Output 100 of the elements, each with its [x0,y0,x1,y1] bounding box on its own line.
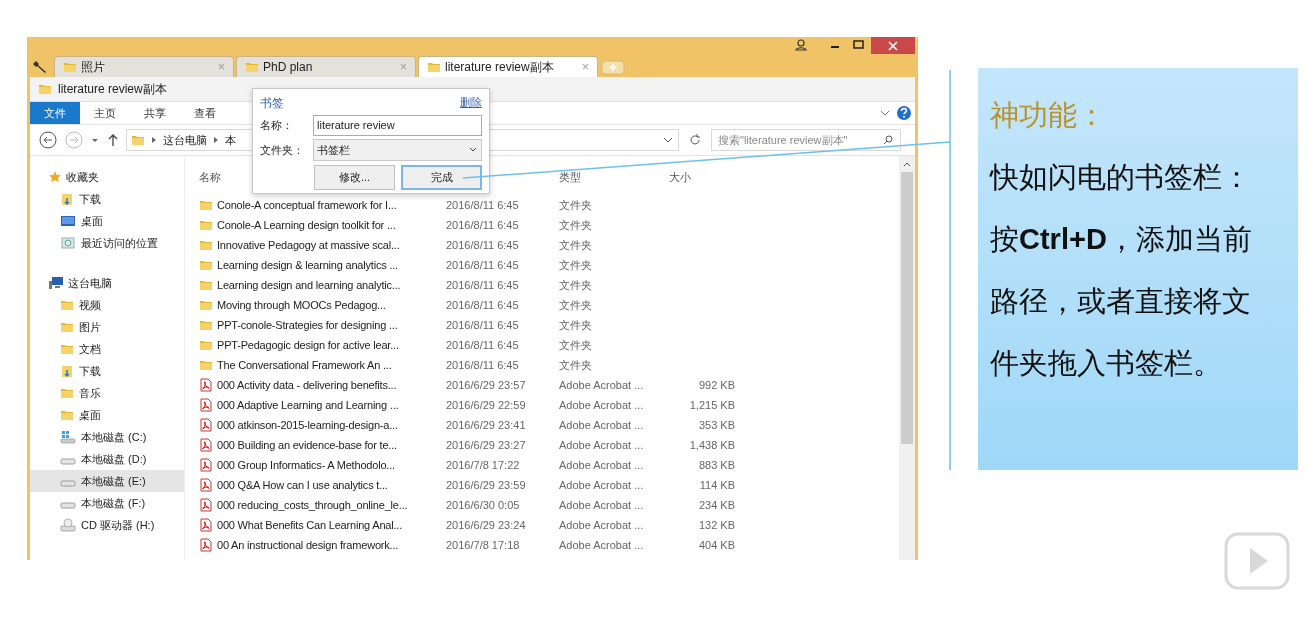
file-row[interactable]: The Conversational Framework An ... 2016/8/11 6:45 文件夹 [199,355,899,375]
pdf-icon [199,538,213,552]
scroll-up-icon[interactable] [902,160,912,168]
file-type: 文件夹 [559,197,593,213]
file-size: 114 KB [698,477,735,493]
pdf-icon [199,458,213,472]
file-row[interactable]: 000 Adaptive Learning and Learning ... 2016/6/29 22:59 Adobe Acrobat ... 1,215 KB [199,395,899,415]
file-date: 2016/6/29 23:59 [446,477,527,493]
folder-select[interactable]: 书签栏 [313,139,482,161]
column-header[interactable]: 类型 [559,168,669,186]
file-name: 000 What Benefits Can Learning Anal... [217,517,403,533]
file-row[interactable]: 000 What Benefits Can Learning Anal... 2016/6/29 23:24 Adobe Acrobat ... 132 KB [199,515,899,535]
file-name: 000 reducing_costs_through_online_le... [217,497,408,513]
folder-icon [199,198,213,212]
sidebar-item[interactable]: 文档 [30,338,184,360]
up-icon[interactable] [106,132,120,148]
sidebar-item[interactable]: 本地磁盘 (F:) [30,492,184,514]
file-type: 文件夹 [559,317,593,333]
file-row[interactable]: Learning design and learning analytic... 2016/8/11 6:45 文件夹 [199,275,899,295]
file-name: Learning design & learning analytics ... [217,257,398,273]
sidebar-group[interactable]: 收藏夹 [66,168,99,186]
folder-icon [63,60,77,74]
file-row[interactable]: Conole-A conceptual framework for I... 2016/8/11 6:45 文件夹 [199,195,899,215]
file-row[interactable]: Conole-A Learning design toolkit for ... 2016/8/11 6:45 文件夹 [199,215,899,235]
field-label: 名称： [260,118,294,134]
pdf-icon [199,498,213,512]
field-label: 文件夹： [260,142,305,158]
ribbon-tab[interactable]: 共享 [130,102,180,124]
search-icon [882,134,894,146]
sidebar-item[interactable]: CD 驱动器 (H:) [30,514,184,536]
file-date: 2016/8/11 6:45 [446,237,520,253]
breadcrumb[interactable]: 本 [225,131,236,149]
file-row[interactable]: Innovative Pedagogy at massive scal... 2016/8/11 6:45 文件夹 [199,235,899,255]
file-date: 2016/8/11 6:45 [446,197,520,213]
sidebar-item[interactable]: 下载 [30,188,184,210]
close-button[interactable] [871,37,915,54]
file-date: 2016/6/29 22:59 [446,397,527,413]
file-type: Adobe Acrobat ... [559,377,645,393]
back-icon[interactable] [38,130,58,150]
ribbon-tab[interactable]: 查看 [180,102,230,124]
file-date: 2016/8/11 6:45 [446,297,520,313]
file-row[interactable]: Moving through MOOCs Pedagog... 2016/8/11 6:45 文件夹 [199,295,899,315]
sidebar-item[interactable]: 本地磁盘 (E:) [30,470,184,492]
desktop-icon [60,214,76,228]
pdf-icon [199,478,213,492]
download-folder-icon [60,364,74,378]
pdf-icon [199,438,213,452]
chevron-icon [213,136,219,144]
file-row[interactable]: 000 Activity data - delivering benefits... 2016/6/29 23:57 Adobe Acrobat ... 992 KB [199,375,899,395]
sidebar-item[interactable]: 本地磁盘 (C:) [30,426,184,448]
folder-icon [199,298,213,312]
sidebar-item[interactable]: 下载 [30,360,184,382]
folder-icon [199,358,213,372]
folder-icon [60,386,74,400]
ribbon-tab[interactable]: 主页 [80,102,130,124]
sidebar-item[interactable]: 最近访问的位置 [30,232,184,254]
download-folder-icon [60,192,74,206]
file-row[interactable]: 000 atkinson-2015-learning-design-a... 2016/6/29 23:41 Adobe Acrobat ... 353 KB [199,415,899,435]
file-type: Adobe Acrobat ... [559,397,645,413]
file-row[interactable]: 000 reducing_costs_through_online_le... 2016/6/30 0:05 Adobe Acrobat ... 234 KB [199,495,899,515]
file-name: Learning design and learning analytic... [217,277,401,293]
close-icon [888,40,898,51]
file-date: 2016/7/8 17:22 [446,457,521,473]
sidebar-item[interactable]: 桌面 [30,404,184,426]
folder-icon [199,238,213,252]
file-row[interactable]: 000 Group Informatics- A Methodolo... 2016/7/8 17:22 Adobe Acrobat ... 883 KB [199,455,899,475]
file-row[interactable]: 000 Q&A How can I use analytics t... 2016/6/29 23:59 Adobe Acrobat ... 114 KB [199,475,899,495]
file-name: 000 Activity data - delivering benefits... [217,377,397,393]
cd-drive-icon [60,518,76,532]
file-type: 文件夹 [559,357,593,373]
ribbon-tab[interactable]: 文件 [30,102,80,124]
sidebar-item[interactable]: 视频 [30,294,184,316]
sidebar-group[interactable]: 这台电脑 [68,274,112,292]
sidebar-item[interactable]: 图片 [30,316,184,338]
sidebar-item[interactable]: 音乐 [30,382,184,404]
file-type: 文件夹 [559,257,593,273]
scrollbar[interactable] [899,156,915,560]
file-row[interactable]: Learning design & learning analytics ... 2016/8/11 6:45 文件夹 [199,255,899,275]
file-name: Innovative Pedagogy at massive scal... [217,237,400,253]
browser-tab[interactable]: PhD plan × [236,56,416,77]
browser-tab[interactable]: literature review副本 × [418,56,598,77]
breadcrumb[interactable]: 这台电脑 [163,131,207,149]
popup-button[interactable]: 修改... [314,165,395,190]
search-field[interactable]: 搜索"literature review副本" [711,129,901,151]
file-row[interactable]: 000 Building an evidence-base for te... 2016/6/29 23:27 Adobe Acrobat ... 1,438 KB [199,435,899,455]
scrollbar-thumb[interactable] [901,172,913,444]
file-date: 2016/8/11 6:45 [446,337,520,353]
file-row[interactable]: PPT-Pedagogic design for active lear... 2016/8/11 6:45 文件夹 [199,335,899,355]
file-row[interactable]: PPT-conole-Strategies for designing ... 2016/8/11 6:45 文件夹 [199,315,899,335]
pdf-icon [199,518,213,532]
column-header[interactable]: 大小 [669,168,729,186]
file-row[interactable]: 00 An instructional design framework... 2016/7/8 17:18 Adobe Acrobat ... 404 KB [199,535,899,555]
popup-button[interactable]: 完成 [401,165,482,190]
browser-tab[interactable]: 照片 × [54,56,234,77]
sidebar-item[interactable]: 桌面 [30,210,184,232]
delete-link[interactable]: 删除 [460,94,482,112]
file-name: 000 Q&A How can I use analytics t... [217,477,388,493]
file-date: 2016/7/8 17:18 [446,537,521,553]
name-input[interactable]: literature review [313,115,482,136]
sidebar-item[interactable]: 本地磁盘 (D:) [30,448,184,470]
